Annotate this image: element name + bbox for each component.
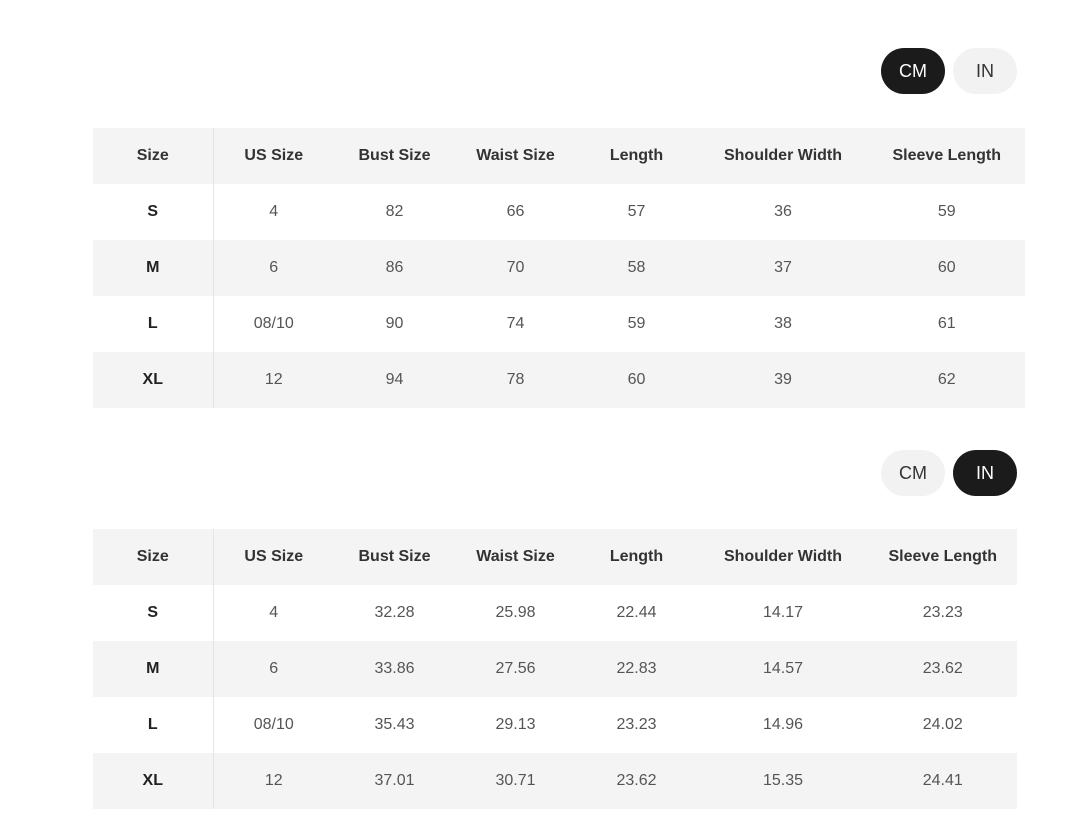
unit-cm-button[interactable]: CM — [881, 450, 945, 496]
cell: 90 — [385, 315, 404, 332]
cell: 23.62 — [616, 772, 657, 789]
header-us-size: US Size — [244, 147, 304, 164]
header-length: Length — [609, 548, 664, 565]
cell: 30.71 — [495, 772, 536, 789]
cell: 12 — [264, 772, 283, 789]
unit-toggle-in-section: CM IN — [881, 450, 1017, 496]
cell: L — [93, 296, 214, 352]
size-chart-cm-table: Size US Size Bust Size Waist Size Length… — [93, 128, 1025, 408]
header-bust-size: Bust Size — [358, 548, 431, 565]
header-bust-size: Bust Size — [358, 147, 431, 164]
cell: 59 — [937, 203, 956, 220]
cell: 4 — [269, 604, 279, 621]
cell: 62 — [937, 371, 956, 388]
cell: 24.41 — [922, 772, 963, 789]
cell: 66 — [506, 203, 525, 220]
header-size: Size — [93, 529, 214, 585]
cell: 78 — [506, 371, 525, 388]
cell: 29.13 — [495, 716, 536, 733]
table-row: S 4 82 66 57 36 59 — [93, 184, 1025, 240]
cell: 25.98 — [495, 604, 536, 621]
cell: 08/10 — [253, 716, 294, 733]
cell: 4 — [269, 203, 279, 220]
cell: XL — [93, 352, 214, 408]
cell: 14.57 — [762, 660, 804, 677]
unit-in-button[interactable]: IN — [953, 48, 1017, 94]
cell: 86 — [385, 259, 404, 276]
table-row: XL 12 37.01 30.71 23.62 15.35 24.41 — [93, 753, 1017, 809]
header-shoulder-width: Shoulder Width — [723, 147, 843, 164]
cell: 6 — [269, 259, 279, 276]
cell: 36 — [774, 203, 792, 220]
header-waist-size: Waist Size — [476, 548, 555, 565]
cell: 22.44 — [616, 604, 657, 621]
table-row: S 4 32.28 25.98 22.44 14.17 23.23 — [93, 585, 1017, 641]
table-header-row: Size US Size Bust Size Waist Size Length… — [93, 128, 1025, 184]
cell: 23.23 — [616, 716, 657, 733]
cell: 32.28 — [374, 604, 415, 621]
cell: 60 — [937, 259, 956, 276]
table-row: XL 12 94 78 60 39 62 — [93, 352, 1025, 408]
table-header-row: Size US Size Bust Size Waist Size Length… — [93, 529, 1017, 585]
cell: 12 — [264, 371, 283, 388]
header-sleeve-length: Sleeve Length — [888, 548, 997, 565]
cell: 23.62 — [922, 660, 963, 677]
table-row: M 6 33.86 27.56 22.83 14.57 23.62 — [93, 641, 1017, 697]
cell: 37.01 — [374, 772, 415, 789]
header-length: Length — [609, 147, 664, 164]
cell: S — [93, 585, 214, 641]
cell: 27.56 — [495, 660, 536, 677]
cell: 38 — [774, 315, 792, 332]
cell: S — [93, 184, 214, 240]
size-chart-in-table: Size US Size Bust Size Waist Size Length… — [93, 529, 1017, 809]
cell: 61 — [937, 315, 956, 332]
header-size: Size — [93, 128, 214, 184]
cell: M — [93, 641, 214, 697]
cell: 82 — [385, 203, 404, 220]
unit-in-button[interactable]: IN — [953, 450, 1017, 496]
cell: 23.23 — [922, 604, 963, 621]
header-shoulder-width: Shoulder Width — [723, 548, 843, 565]
cell: 08/10 — [253, 315, 294, 332]
cell: 58 — [627, 259, 646, 276]
cell: 39 — [774, 371, 792, 388]
cell: XL — [93, 753, 214, 809]
cell: 70 — [506, 259, 525, 276]
header-sleeve-length: Sleeve Length — [892, 147, 1001, 164]
cell: 94 — [385, 371, 404, 388]
cell: 57 — [627, 203, 646, 220]
table-row: M 6 86 70 58 37 60 — [93, 240, 1025, 296]
cell: 6 — [269, 660, 279, 677]
cell: 22.83 — [616, 660, 657, 677]
table-row: L 08/10 35.43 29.13 23.23 14.96 24.02 — [93, 697, 1017, 753]
cell: 35.43 — [374, 716, 415, 733]
unit-cm-button[interactable]: CM — [881, 48, 945, 94]
cell: M — [93, 240, 214, 296]
cell: 60 — [627, 371, 646, 388]
header-waist-size: Waist Size — [476, 147, 555, 164]
cell: 14.96 — [762, 716, 804, 733]
cell: 37 — [774, 259, 792, 276]
unit-toggle-cm-section: CM IN — [881, 48, 1017, 94]
table-row: L 08/10 90 74 59 38 61 — [93, 296, 1025, 352]
cell: 74 — [506, 315, 525, 332]
header-us-size: US Size — [244, 548, 304, 565]
cell: 59 — [627, 315, 646, 332]
cell: 33.86 — [374, 660, 415, 677]
cell: 15.35 — [762, 772, 804, 789]
cell: 14.17 — [762, 604, 804, 621]
cell: 24.02 — [922, 716, 963, 733]
cell: L — [93, 697, 214, 753]
